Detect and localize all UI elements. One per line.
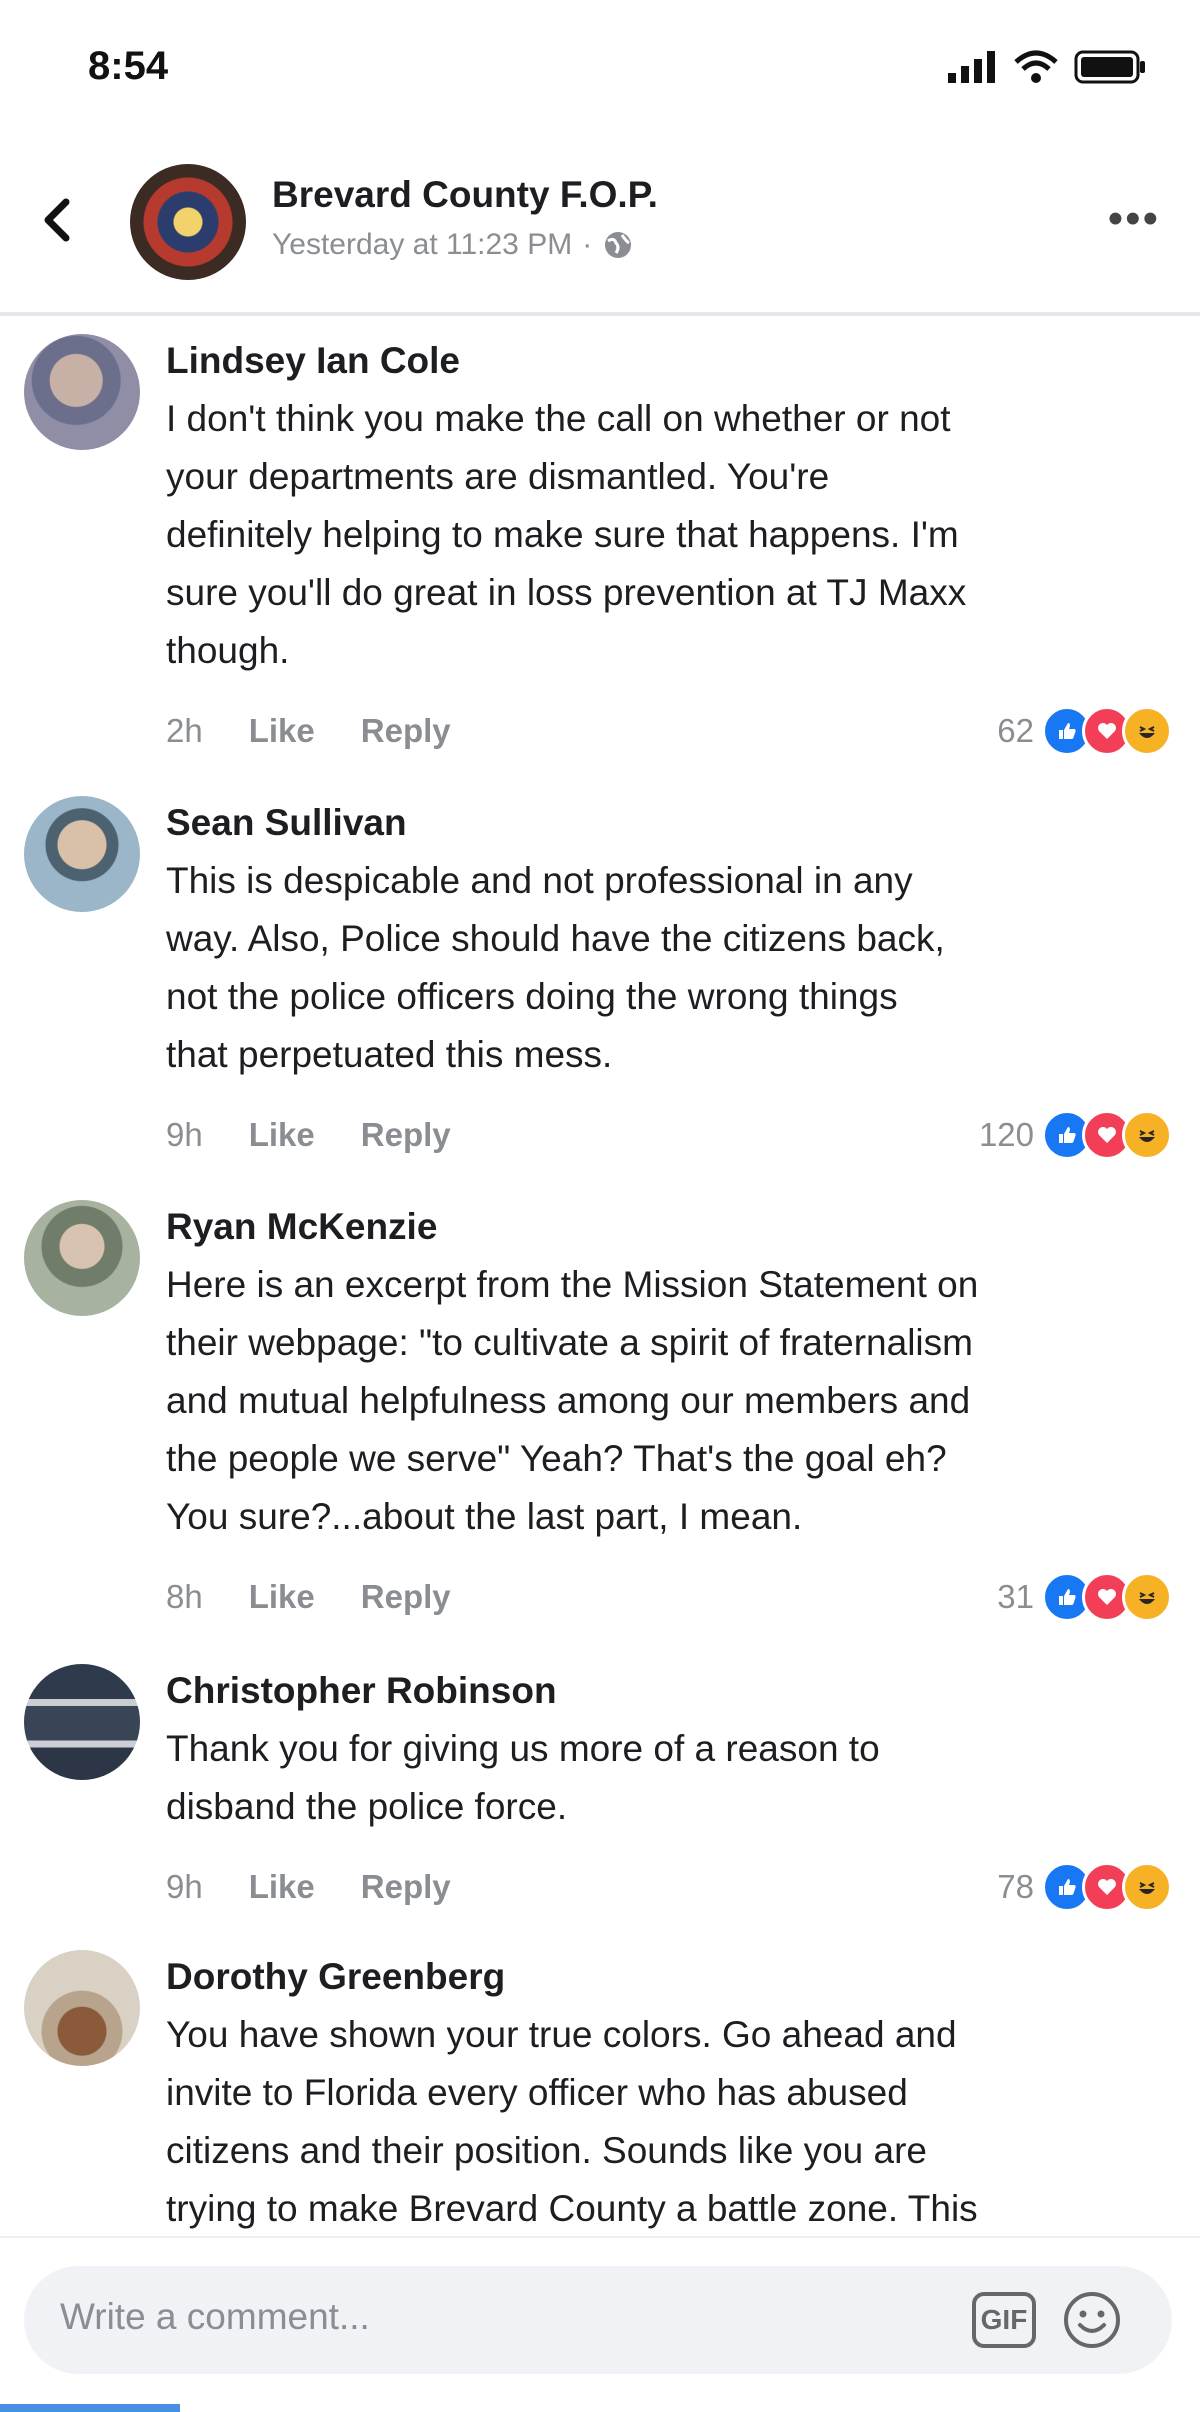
comment-author[interactable]: Ryan McKenzie — [166, 1206, 437, 1248]
comment-input-box[interactable]: Write a comment... GIF — [24, 2266, 1172, 2374]
comment-time[interactable]: 9h — [166, 1116, 203, 1154]
meta-separator: · — [582, 228, 593, 261]
avatar[interactable] — [24, 1200, 140, 1316]
globe-icon — [605, 232, 632, 258]
like-button[interactable]: Like — [249, 1868, 315, 1906]
post-meta: Yesterday at 11:23 PM · — [272, 228, 634, 262]
back-button[interactable] — [28, 190, 88, 250]
reaction-summary[interactable]: 62 — [997, 706, 1172, 756]
reaction-count: 62 — [997, 712, 1034, 749]
reaction-count: 78 — [997, 1868, 1034, 1905]
like-button[interactable]: Like — [249, 712, 315, 750]
post-header: Brevard County F.O.P. Yesterday at 11:23… — [0, 140, 1200, 316]
comment-text: You have shown your true colors. Go ahea… — [166, 2014, 978, 2229]
more-options-button[interactable]: ••• — [1108, 194, 1160, 244]
comment-actions: 9h Like Reply — [166, 1116, 451, 1154]
comment-text: Here is an excerpt from the Mission Stat… — [166, 1264, 979, 1537]
reaction-count: 120 — [978, 1116, 1034, 1153]
comment-input[interactable]: Write a comment... — [60, 2296, 370, 2338]
comment-actions: 2h Like Reply — [166, 712, 451, 750]
avatar[interactable] — [24, 1664, 140, 1780]
status-bar: 8:54 — [0, 0, 1200, 140]
comment-time[interactable]: 2h — [166, 712, 203, 750]
comment-author[interactable]: Christopher Robinson — [166, 1670, 557, 1712]
reply-button[interactable]: Reply — [361, 1868, 451, 1906]
comment-actions: 8h Like Reply — [166, 1578, 451, 1616]
battery-icon — [1074, 50, 1145, 84]
reply-button[interactable]: Reply — [361, 1578, 451, 1616]
page-avatar[interactable] — [130, 164, 246, 280]
avatar[interactable] — [24, 334, 140, 450]
comment-text: This is despicable and not professional … — [166, 860, 945, 1075]
haha-reaction-icon — [1122, 1572, 1172, 1622]
status-time: 8:54 — [88, 44, 169, 88]
chevron-left-icon — [44, 198, 70, 242]
emoji-button[interactable] — [1062, 2290, 1122, 2350]
post-timestamp[interactable]: Yesterday at 11:23 PM — [272, 228, 572, 262]
comment-actions: 9h Like Reply — [166, 1868, 451, 1906]
like-button[interactable]: Like — [249, 1116, 315, 1154]
haha-reaction-icon — [1122, 706, 1172, 756]
emoji-icon — [1064, 2292, 1120, 2348]
comment-author[interactable]: Dorothy Greenberg — [166, 1956, 505, 1998]
signal-icon — [948, 51, 995, 83]
reaction-summary[interactable]: 120 — [979, 1110, 1172, 1160]
reaction-summary[interactable]: 78 — [997, 1862, 1172, 1912]
page-name[interactable]: Brevard County F.O.P. — [272, 174, 658, 216]
progress-indicator — [0, 2404, 180, 2412]
like-button[interactable]: Like — [249, 1578, 315, 1616]
wifi-icon — [1014, 50, 1058, 83]
haha-reaction-icon — [1122, 1110, 1172, 1160]
comment-time[interactable]: 9h — [166, 1868, 203, 1906]
reply-button[interactable]: Reply — [361, 1116, 451, 1154]
reaction-summary[interactable]: 31 — [997, 1572, 1172, 1622]
comment-time[interactable]: 8h — [166, 1578, 203, 1616]
haha-reaction-icon — [1122, 1862, 1172, 1912]
comment-text: Thank you for giving us more of a reason… — [166, 1728, 880, 1827]
comment-author[interactable]: Lindsey Ian Cole — [166, 340, 460, 382]
gif-button[interactable]: GIF — [972, 2292, 1036, 2348]
reply-button[interactable]: Reply — [361, 712, 451, 750]
avatar[interactable] — [24, 796, 140, 912]
comment-text: I don't think you make the call on wheth… — [166, 398, 967, 671]
comment-author[interactable]: Sean Sullivan — [166, 802, 407, 844]
avatar[interactable] — [24, 1950, 140, 2066]
comment-composer: Write a comment... GIF — [0, 2236, 1200, 2412]
reaction-count: 31 — [997, 1578, 1034, 1615]
status-icons — [948, 50, 1148, 84]
